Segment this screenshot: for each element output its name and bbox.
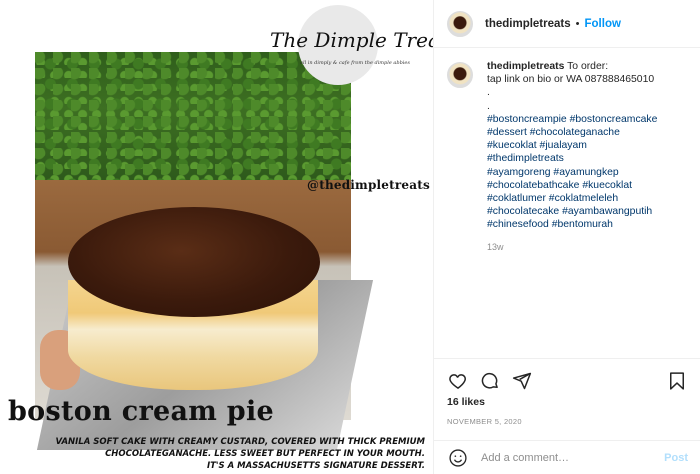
comment-bar: Post <box>434 440 700 474</box>
caption-line: tap link on bio or WA 087888465010 <box>487 74 655 86</box>
emoji-icon[interactable] <box>447 447 469 469</box>
caption-age: 13w <box>487 241 504 252</box>
hedge-background <box>35 52 351 192</box>
likes-count[interactable]: 16 likes <box>447 396 485 408</box>
hashtag-line[interactable]: #dessert #chocolateganache <box>487 126 657 139</box>
post-image[interactable]: The Dimple Treats all in dimply & cafe f… <box>0 0 433 474</box>
separator-dot: • <box>575 17 580 30</box>
post-comment-button[interactable]: Post <box>664 452 688 464</box>
hashtag-line[interactable]: #chocolatebathcake #kuecoklat <box>487 179 657 192</box>
post-date[interactable]: NOVEMBER 5, 2020 <box>447 417 522 426</box>
image-description-line: IT'S A MASSACHUSETTS SIGNATURE DESSERT. <box>206 461 425 471</box>
username-link[interactable]: thedimpletreats <box>485 18 571 30</box>
caption-line: . <box>487 87 490 99</box>
image-title: boston cream pie <box>8 396 275 427</box>
heart-icon[interactable] <box>447 370 469 392</box>
caption-avatar[interactable] <box>447 62 473 88</box>
image-description-line: VANILA SOFT CAKE WITH CREAMY CUSTARD, CO… <box>55 437 425 447</box>
post-sidebar: thedimpletreats • Follow thedimpletreats… <box>433 0 700 474</box>
avatar[interactable] <box>447 10 473 37</box>
image-description-line: CHOCOLATEGANACHE. LESS SWEET BUT PERFECT… <box>105 449 425 459</box>
logo-text: The Dimple Treats <box>270 28 433 52</box>
watermark-handle: @thedimpletreats <box>307 178 430 192</box>
hashtag-line[interactable]: #coklatlumer #coklatmeleleh <box>487 192 657 205</box>
bookmark-icon[interactable] <box>666 370 688 392</box>
image-description: VANILA SOFT CAKE WITH CREAMY CUSTARD, CO… <box>45 436 425 472</box>
caption-line: thedimpletreats To order: <box>487 60 657 73</box>
hashtag-line[interactable]: #ayamgoreng #ayamungkep <box>487 166 657 179</box>
hashtag-line[interactable]: #thedimpletreats <box>487 152 657 165</box>
hashtag-line[interactable]: #kuecoklat #jualayam <box>487 139 657 152</box>
comment-input[interactable] <box>481 451 656 464</box>
caption-line: . <box>487 100 490 112</box>
share-icon[interactable] <box>511 370 533 392</box>
comment-icon[interactable] <box>479 370 501 392</box>
hashtag-line[interactable]: #chocolatecake #ayambawangputih <box>487 205 657 218</box>
cake-ganache <box>68 207 320 317</box>
hashtag-line[interactable]: #chinesefood #bentomurah <box>487 218 657 231</box>
caption-body: thedimpletreats To order: tap link on bi… <box>487 60 657 254</box>
caption: thedimpletreats To order: tap link on bi… <box>434 60 700 254</box>
caption-username-link[interactable]: thedimpletreats <box>487 61 564 72</box>
post-header: thedimpletreats • Follow <box>434 0 700 48</box>
follow-button[interactable]: Follow <box>585 18 621 30</box>
caption-text: To order: <box>567 61 609 72</box>
logo-subtext: all in dimply & cafe from the dimple abb… <box>300 60 410 66</box>
hashtag-line[interactable]: #bostoncreampie #bostoncreamcake <box>487 113 657 126</box>
